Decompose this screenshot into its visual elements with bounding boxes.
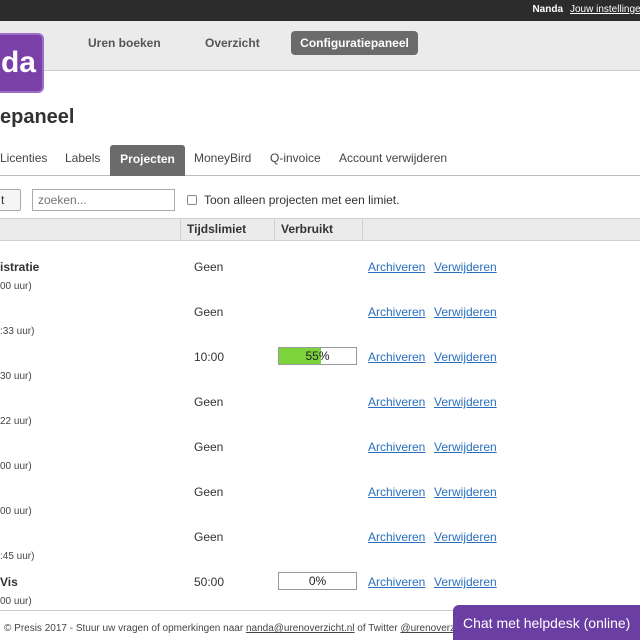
nav-uren-boeken[interactable]: Uren boeken — [88, 36, 161, 50]
delete-link[interactable]: Verwijderen — [434, 395, 497, 409]
usage-progress-bar: 0% — [278, 572, 357, 590]
project-hours: 00 uur) — [0, 596, 32, 607]
delete-link[interactable]: Verwijderen — [434, 350, 497, 364]
archive-link[interactable]: Archiveren — [368, 305, 425, 319]
table-row: :33 uur) Geen Archiveren Verwijderen — [0, 305, 640, 350]
project-hours: :33 uur) — [0, 326, 35, 337]
header-actions — [362, 219, 640, 241]
delete-link[interactable]: Verwijderen — [434, 305, 497, 319]
archive-link[interactable]: Archiveren — [368, 260, 425, 274]
archive-link[interactable]: Archiveren — [368, 440, 425, 454]
footer-prefix: © Presis 2017 - Stuur uw vragen of opmer… — [4, 623, 246, 634]
user-name: Nanda — [532, 4, 563, 15]
footer-email-link[interactable]: nanda@urenoverzicht.nl — [246, 623, 355, 634]
project-hours: 00 uur) — [0, 461, 32, 472]
search-input[interactable] — [32, 189, 175, 211]
time-limit: 10:00 — [194, 350, 225, 364]
project-name[interactable]: istratie — [0, 260, 39, 274]
table-row: 00 uur) Geen Archiveren Verwijderen — [0, 440, 640, 485]
top-bar: Nanda Jouw instellingen — [0, 0, 640, 21]
table-row: 00 uur) Geen Archiveren Verwijderen — [0, 485, 640, 530]
delete-link[interactable]: Verwijderen — [434, 485, 497, 499]
nav-overzicht[interactable]: Overzicht — [205, 36, 260, 50]
page-title: epaneel — [0, 106, 75, 128]
footer-text: © Presis 2017 - Stuur uw vragen of opmer… — [4, 623, 471, 634]
tab-q-invoice[interactable]: Q-invoice — [270, 151, 321, 165]
time-limit: 50:00 — [194, 575, 225, 589]
project-hours: 22 uur) — [0, 416, 32, 427]
delete-link[interactable]: Verwijderen — [434, 575, 497, 589]
settings-link[interactable]: Jouw instellingen — [570, 4, 640, 15]
project-hours: 00 uur) — [0, 281, 32, 292]
archive-link[interactable]: Archiveren — [368, 575, 425, 589]
header: da Uren boeken Overzicht Configuratiepan… — [0, 21, 640, 93]
chat-helpdesk-button[interactable]: Chat met helpdesk (online) — [453, 605, 640, 640]
usage-progress-label: 55% — [305, 349, 330, 363]
limit-filter-checkbox[interactable] — [187, 195, 197, 205]
archive-link[interactable]: Archiveren — [368, 485, 425, 499]
nav-configuratiepaneel[interactable]: Configuratiepaneel — [291, 31, 418, 55]
tab-bar: Licenties Labels Projecten MoneyBird Q-i… — [0, 145, 640, 176]
tab-moneybird[interactable]: MoneyBird — [194, 151, 251, 165]
time-limit: Geen — [194, 305, 224, 319]
table-header: Tijdslimiet Verbruikt — [0, 218, 640, 241]
tab-projecten[interactable]: Projecten — [110, 145, 185, 176]
header-tijdslimiet[interactable]: Tijdslimiet — [180, 219, 274, 241]
project-hours: 00 uur) — [0, 506, 32, 517]
add-project-button[interactable]: t — [0, 189, 21, 211]
table-row: istratie 00 uur) Geen Archiveren Verwijderen — [0, 260, 640, 305]
logo[interactable]: da — [0, 33, 44, 93]
archive-link[interactable]: Archiveren — [368, 350, 425, 364]
table-row: 30 uur) 10:00 55% Archiveren Verwijderen — [0, 347, 640, 395]
table-row: 22 uur) Geen Archiveren Verwijderen — [0, 395, 640, 440]
archive-link[interactable]: Archiveren — [368, 530, 425, 544]
archive-link[interactable]: Archiveren — [368, 395, 425, 409]
time-limit: Geen — [194, 485, 224, 499]
time-limit: Geen — [194, 260, 224, 274]
project-hours: 30 uur) — [0, 371, 32, 382]
delete-link[interactable]: Verwijderen — [434, 440, 497, 454]
footer-middle: of Twitter — [354, 623, 401, 634]
time-limit: Geen — [194, 530, 224, 544]
table-row: :45 uur) Geen Archiveren Verwijderen — [0, 530, 640, 575]
delete-link[interactable]: Verwijderen — [434, 260, 497, 274]
usage-progress-bar: 55% — [278, 347, 357, 365]
time-limit: Geen — [194, 440, 224, 454]
project-name[interactable]: Vis — [0, 575, 18, 589]
header-verbruikt[interactable]: Verbruikt — [274, 219, 362, 241]
delete-link[interactable]: Verwijderen — [434, 530, 497, 544]
tab-account-verwijderen[interactable]: Account verwijderen — [339, 151, 447, 165]
time-limit: Geen — [194, 395, 224, 409]
tab-labels[interactable]: Labels — [65, 151, 100, 165]
limit-filter-label: Toon alleen projecten met een limiet. — [204, 193, 400, 207]
usage-progress-label: 0% — [308, 574, 327, 588]
tab-licenties[interactable]: Licenties — [0, 151, 47, 165]
project-hours: :45 uur) — [0, 551, 35, 562]
